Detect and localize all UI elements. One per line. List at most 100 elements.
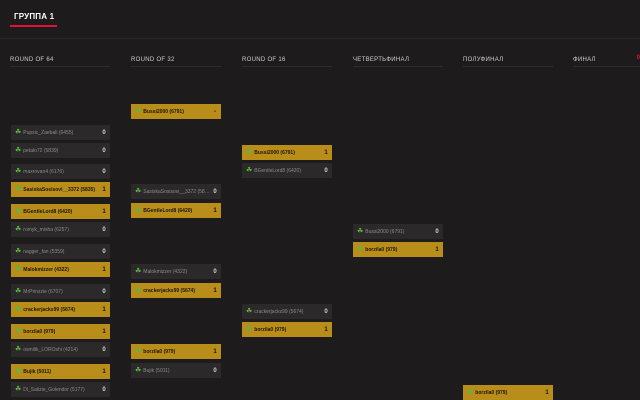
player-name: borzila0 (979): [475, 389, 508, 396]
player-score: 1: [324, 149, 328, 156]
player-score: 1: [102, 208, 106, 215]
round-divider: [353, 66, 443, 67]
player-score: 0: [102, 288, 106, 295]
player-name: BGentleLord8 (6420): [23, 208, 73, 215]
player-name: Bussi2000 (6791): [143, 108, 184, 115]
round-divider: [573, 66, 640, 67]
player-score: 1: [545, 389, 549, 396]
leaf-icon: ☘: [135, 108, 142, 115]
player-score: 0: [435, 228, 439, 235]
match-slot[interactable]: ☘ Pupsic_Zaebali (6455) 0: [11, 125, 110, 140]
player-score: 0: [213, 268, 217, 275]
round-label-semifinal: ПОЛУФИНАЛ: [463, 57, 504, 63]
match-slot[interactable]: ☘ osmilik_LOROshi (4214) 0: [11, 342, 110, 357]
leaf-icon: ☘: [15, 346, 22, 353]
match-slot[interactable]: ☘ Malokmizzer (4322) 0: [131, 264, 221, 279]
match-slot[interactable]: ☘ Bujik (5011) 0: [131, 363, 221, 378]
match-slot[interactable]: ☘ BGentleLord8 (6420) 1: [131, 203, 221, 218]
leaf-icon: ☘: [135, 367, 142, 374]
match-slot[interactable]: ☘ petalo72 (5839) 0: [11, 143, 110, 158]
leaf-icon: ☘: [15, 208, 22, 215]
group-tab[interactable]: ГРУППА 1: [10, 10, 58, 27]
player-name: crackerjacks99 (5674): [143, 287, 195, 294]
match-slot[interactable]: ☘ borzila0 (979) 1: [11, 324, 110, 339]
leaf-icon: ☘: [15, 306, 22, 313]
leaf-icon: ☘: [246, 149, 253, 156]
player-score: 1: [102, 368, 106, 375]
match-slot[interactable]: ☘ BGentleLord8 (6420) 1: [11, 204, 110, 219]
leaf-icon: ☘: [15, 248, 22, 255]
player-name: Malokmizzer (4322): [143, 268, 188, 275]
match-slot[interactable]: ☘ Di_Salizie_Golendor (5177) 0: [11, 382, 110, 397]
match-slot[interactable]: ☘ Bussi2000 (6791) 1: [242, 145, 332, 160]
player-name: BGentleLord8 (6420): [143, 207, 193, 214]
match-slot[interactable]: ☘ borzila0 (979) 1: [463, 385, 553, 400]
player-name: Malokmizzer (4322): [23, 266, 69, 273]
match-slot[interactable]: ☘ BGentleLord8 (6420) 0: [242, 163, 332, 178]
match-slot[interactable]: ☘ SasiskaSosisovi__3372 (5835) 0: [131, 184, 221, 199]
round-divider: [131, 66, 221, 67]
player-score: 0: [213, 188, 217, 195]
player-score: 1: [213, 287, 217, 294]
leaf-icon: ☘: [357, 228, 364, 235]
leaf-icon: ☘: [357, 246, 364, 253]
player-name: borzila0 (979): [254, 326, 287, 333]
leaf-icon: ☘: [15, 147, 22, 154]
leaf-icon: ☘: [15, 266, 22, 273]
player-score: 0: [102, 248, 106, 255]
match-slot[interactable]: ☘ SasiskaSosisovi__3372 (5835) 1: [11, 182, 110, 197]
player-name: petalo72 (5839): [23, 147, 59, 154]
match-slot[interactable]: ☘ crackerjacks99 (5674) 1: [131, 283, 221, 298]
match-slot[interactable]: ☘ Bujik (5011) 1: [11, 364, 110, 379]
player-score: 0: [102, 346, 106, 353]
player-name: borzila0 (979): [143, 348, 176, 355]
player-name: Bujik (5011): [143, 367, 170, 374]
match-slot[interactable]: ☘ Bussi2000 (6791) 0: [353, 224, 443, 239]
leaf-icon: ☘: [15, 226, 22, 233]
match-slot[interactable]: ☘ Malokmizzer (4322) 1: [11, 262, 110, 277]
round-label-64: ROUND OF 64: [10, 57, 54, 63]
match-slot[interactable]: ☘ borzila0 (979) 1: [353, 242, 443, 257]
player-score: -: [214, 108, 216, 115]
player-score: 1: [324, 326, 328, 333]
match-slot[interactable]: ☘ nagger_fan (5359) 0: [11, 244, 110, 259]
leaf-icon: ☘: [246, 167, 253, 174]
match-slot[interactable]: ☘ romyk_misha (6257) 0: [11, 222, 110, 237]
leaf-icon: ☘: [15, 386, 22, 393]
match-slot[interactable]: ☘ borzila0 (979) 1: [131, 344, 221, 359]
player-name: Bussi2000 (6791): [365, 228, 405, 235]
player-name: MrPrinzzie (6707): [23, 288, 63, 295]
player-name: BGentleLord8 (6420): [254, 167, 301, 174]
player-score: 0: [102, 386, 106, 393]
player-score: 1: [435, 246, 439, 253]
player-name: romyk_misha (6257): [23, 226, 69, 233]
player-name: maxrovan4 (6176): [23, 168, 64, 175]
player-score: 1: [102, 266, 106, 273]
header-divider: [0, 38, 640, 39]
match-slot[interactable]: ☘ MrPrinzzie (6707) 0: [11, 284, 110, 299]
player-name: borzila0 (979): [23, 328, 56, 335]
match-slot[interactable]: ☘ crackerjacks99 (5674) 1: [11, 302, 110, 317]
match-slot[interactable]: ☘ crackerjacks99 (5674) 0: [242, 304, 332, 319]
player-name: Di_Salizie_Golendor (5177): [23, 386, 85, 393]
player-score: 1: [213, 348, 217, 355]
match-slot[interactable]: ☘ maxrovan4 (6176) 0: [11, 164, 110, 179]
player-name: SasiskaSosisovi__3372 (5835): [23, 186, 95, 193]
player-name: Bussi2000 (6791): [254, 149, 295, 156]
player-score: 1: [102, 306, 106, 313]
round-divider: [242, 66, 332, 67]
round-label-16: ROUND OF 16: [242, 57, 286, 63]
leaf-icon: ☘: [15, 186, 22, 193]
leaf-icon: ☘: [15, 328, 22, 335]
leaf-icon: ☘: [15, 288, 22, 295]
round-label-32: ROUND OF 32: [131, 57, 175, 63]
leaf-icon: ☘: [135, 207, 142, 214]
leaf-icon: ☘: [15, 129, 22, 136]
player-score: 0: [102, 147, 106, 154]
player-score: 0: [102, 226, 106, 233]
player-name: Pupsic_Zaebali (6455): [23, 129, 74, 136]
player-name: nagger_fan (5359): [23, 248, 65, 255]
match-slot[interactable]: ☘ Bussi2000 (6791) -: [131, 104, 221, 119]
leaf-icon: ☘: [246, 326, 253, 333]
match-slot[interactable]: ☘ borzila0 (979) 1: [242, 322, 332, 337]
